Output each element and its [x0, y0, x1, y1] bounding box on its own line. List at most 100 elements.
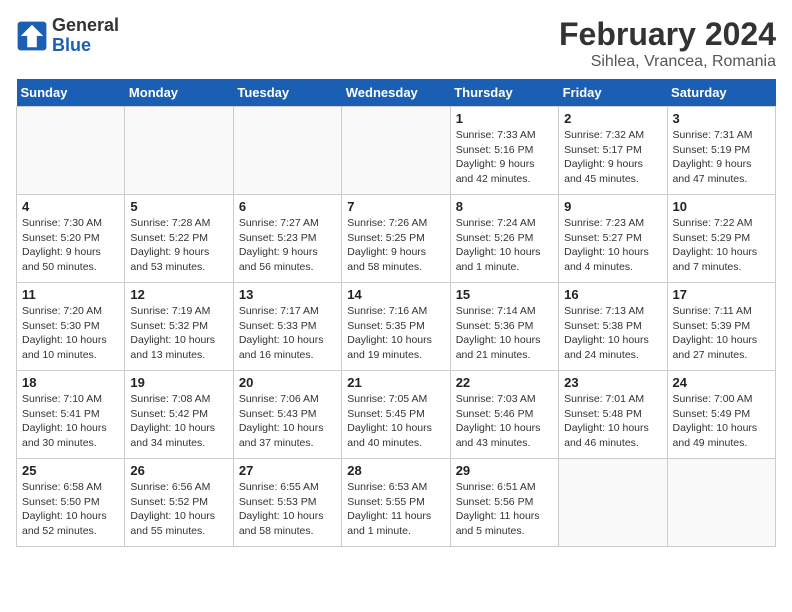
- calendar-cell: 21Sunrise: 7:05 AM Sunset: 5:45 PM Dayli…: [342, 371, 450, 459]
- calendar-cell: 12 Sunrise: 7:19 AM Sunset: 5:32 PM Dayli…: [125, 283, 233, 371]
- calendar-cell: [233, 107, 341, 195]
- calendar-cell: 11 Sunrise: 7:20 AM Sunset: 5:30 PM Dayli…: [17, 283, 125, 371]
- cell-info: Sunrise: 7:19 AM Sunset: 5:32 PM Dayligh…: [130, 304, 227, 363]
- calendar-cell: 23Sunrise: 7:01 AM Sunset: 5:48 PM Dayli…: [559, 371, 667, 459]
- day-number: 26: [130, 463, 227, 478]
- header-day-friday: Friday: [559, 79, 667, 107]
- main-title: February 2024: [559, 16, 776, 53]
- header-day-tuesday: Tuesday: [233, 79, 341, 107]
- cell-info: Sunrise: 7:22 AM Sunset: 5:29 PM Dayligh…: [673, 216, 770, 275]
- calendar-cell: 18 Sunrise: 7:10 AM Sunset: 5:41 PM Dayli…: [17, 371, 125, 459]
- day-number: 16: [564, 287, 661, 302]
- calendar-cell: 6 Sunrise: 7:27 AM Sunset: 5:23 PM Daylig…: [233, 195, 341, 283]
- cell-info: Sunrise: 7:13 AM Sunset: 5:38 PM Dayligh…: [564, 304, 661, 363]
- cell-info: Sunrise: 7:10 AM Sunset: 5:41 PM Dayligh…: [22, 392, 119, 451]
- day-number: 15: [456, 287, 553, 302]
- logo-icon: [16, 20, 48, 52]
- cell-info: Sunrise: 7:03 AM Sunset: 5:46 PM Dayligh…: [456, 392, 553, 451]
- header-day-saturday: Saturday: [667, 79, 775, 107]
- cell-info: Sunrise: 6:55 AM Sunset: 5:53 PM Dayligh…: [239, 480, 336, 539]
- calendar-cell: 2 Sunrise: 7:32 AM Sunset: 5:17 PM Daylig…: [559, 107, 667, 195]
- day-number: 29: [456, 463, 553, 478]
- subtitle: Sihlea, Vrancea, Romania: [559, 53, 776, 71]
- day-number: 7: [347, 199, 444, 214]
- day-number: 19: [130, 375, 227, 390]
- calendar-cell: [342, 107, 450, 195]
- cell-info: Sunrise: 7:28 AM Sunset: 5:22 PM Dayligh…: [130, 216, 227, 275]
- day-number: 6: [239, 199, 336, 214]
- calendar-cell: 28 Sunrise: 6:53 AM Sunset: 5:55 PM Dayli…: [342, 459, 450, 547]
- day-number: 22: [456, 375, 553, 390]
- day-number: 11: [22, 287, 119, 302]
- calendar-cell: 20 Sunrise: 7:06 AM Sunset: 5:43 PM Dayli…: [233, 371, 341, 459]
- calendar-cell: 27Sunrise: 6:55 AM Sunset: 5:53 PM Dayli…: [233, 459, 341, 547]
- calendar-cell: 3Sunrise: 7:31 AM Sunset: 5:19 PM Daylig…: [667, 107, 775, 195]
- header: General Blue February 2024 Sihlea, Vranc…: [16, 16, 776, 71]
- cell-info: Sunrise: 7:06 AM Sunset: 5:43 PM Dayligh…: [239, 392, 336, 451]
- cell-info: Sunrise: 7:14 AM Sunset: 5:36 PM Dayligh…: [456, 304, 553, 363]
- header-day-thursday: Thursday: [450, 79, 558, 107]
- calendar-cell: 25Sunrise: 6:58 AM Sunset: 5:50 PM Dayli…: [17, 459, 125, 547]
- calendar-cell: 7 Sunrise: 7:26 AM Sunset: 5:25 PM Daylig…: [342, 195, 450, 283]
- cell-info: Sunrise: 7:27 AM Sunset: 5:23 PM Dayligh…: [239, 216, 336, 275]
- day-number: 2: [564, 111, 661, 126]
- week-row-1: 4 Sunrise: 7:30 AM Sunset: 5:20 PM Daylig…: [17, 195, 776, 283]
- calendar-cell: 22 Sunrise: 7:03 AM Sunset: 5:46 PM Dayli…: [450, 371, 558, 459]
- calendar-cell: [17, 107, 125, 195]
- header-day-sunday: Sunday: [17, 79, 125, 107]
- cell-info: Sunrise: 6:56 AM Sunset: 5:52 PM Dayligh…: [130, 480, 227, 539]
- cell-info: Sunrise: 6:58 AM Sunset: 5:50 PM Dayligh…: [22, 480, 119, 539]
- cell-info: Sunrise: 7:00 AM Sunset: 5:49 PM Dayligh…: [673, 392, 770, 451]
- calendar-cell: 8 Sunrise: 7:24 AM Sunset: 5:26 PM Daylig…: [450, 195, 558, 283]
- day-number: 10: [673, 199, 770, 214]
- cell-info: Sunrise: 7:30 AM Sunset: 5:20 PM Dayligh…: [22, 216, 119, 275]
- week-row-3: 18 Sunrise: 7:10 AM Sunset: 5:41 PM Dayli…: [17, 371, 776, 459]
- calendar-cell: 16 Sunrise: 7:13 AM Sunset: 5:38 PM Dayli…: [559, 283, 667, 371]
- calendar-cell: 17 Sunrise: 7:11 AM Sunset: 5:39 PM Dayli…: [667, 283, 775, 371]
- header-day-monday: Monday: [125, 79, 233, 107]
- calendar-cell: 10 Sunrise: 7:22 AM Sunset: 5:29 PM Dayli…: [667, 195, 775, 283]
- calendar-cell: [125, 107, 233, 195]
- day-number: 20: [239, 375, 336, 390]
- day-number: 12: [130, 287, 227, 302]
- day-number: 5: [130, 199, 227, 214]
- cell-info: Sunrise: 7:24 AM Sunset: 5:26 PM Dayligh…: [456, 216, 553, 275]
- calendar-cell: 24 Sunrise: 7:00 AM Sunset: 5:49 PM Dayli…: [667, 371, 775, 459]
- cell-info: Sunrise: 7:33 AM Sunset: 5:16 PM Dayligh…: [456, 128, 553, 187]
- week-row-0: 1 Sunrise: 7:33 AM Sunset: 5:16 PM Daylig…: [17, 107, 776, 195]
- cell-info: Sunrise: 6:53 AM Sunset: 5:55 PM Dayligh…: [347, 480, 444, 539]
- cell-info: Sunrise: 7:11 AM Sunset: 5:39 PM Dayligh…: [673, 304, 770, 363]
- day-number: 14: [347, 287, 444, 302]
- day-number: 24: [673, 375, 770, 390]
- calendar-cell: 1 Sunrise: 7:33 AM Sunset: 5:16 PM Daylig…: [450, 107, 558, 195]
- calendar-cell: 5 Sunrise: 7:28 AM Sunset: 5:22 PM Daylig…: [125, 195, 233, 283]
- calendar-cell: 13Sunrise: 7:17 AM Sunset: 5:33 PM Dayli…: [233, 283, 341, 371]
- day-number: 28: [347, 463, 444, 478]
- day-number: 9: [564, 199, 661, 214]
- cell-info: Sunrise: 7:17 AM Sunset: 5:33 PM Dayligh…: [239, 304, 336, 363]
- calendar-cell: 9Sunrise: 7:23 AM Sunset: 5:27 PM Daylig…: [559, 195, 667, 283]
- calendar-cell: 4 Sunrise: 7:30 AM Sunset: 5:20 PM Daylig…: [17, 195, 125, 283]
- calendar-cell: 26 Sunrise: 6:56 AM Sunset: 5:52 PM Dayli…: [125, 459, 233, 547]
- header-day-wednesday: Wednesday: [342, 79, 450, 107]
- day-number: 4: [22, 199, 119, 214]
- cell-info: Sunrise: 7:26 AM Sunset: 5:25 PM Dayligh…: [347, 216, 444, 275]
- calendar-table: SundayMondayTuesdayWednesdayThursdayFrid…: [16, 79, 776, 547]
- day-number: 1: [456, 111, 553, 126]
- day-number: 18: [22, 375, 119, 390]
- day-number: 8: [456, 199, 553, 214]
- logo: General Blue: [16, 16, 119, 56]
- logo-text: General Blue: [52, 16, 119, 56]
- cell-info: Sunrise: 7:08 AM Sunset: 5:42 PM Dayligh…: [130, 392, 227, 451]
- cell-info: Sunrise: 7:01 AM Sunset: 5:48 PM Dayligh…: [564, 392, 661, 451]
- calendar-cell: 14Sunrise: 7:16 AM Sunset: 5:35 PM Dayli…: [342, 283, 450, 371]
- title-area: February 2024 Sihlea, Vrancea, Romania: [559, 16, 776, 71]
- day-number: 17: [673, 287, 770, 302]
- cell-info: Sunrise: 7:31 AM Sunset: 5:19 PM Dayligh…: [673, 128, 770, 187]
- week-row-2: 11 Sunrise: 7:20 AM Sunset: 5:30 PM Dayli…: [17, 283, 776, 371]
- calendar-cell: 29Sunrise: 6:51 AM Sunset: 5:56 PM Dayli…: [450, 459, 558, 547]
- cell-info: Sunrise: 7:32 AM Sunset: 5:17 PM Dayligh…: [564, 128, 661, 187]
- calendar-cell: 15 Sunrise: 7:14 AM Sunset: 5:36 PM Dayli…: [450, 283, 558, 371]
- cell-info: Sunrise: 7:20 AM Sunset: 5:30 PM Dayligh…: [22, 304, 119, 363]
- cell-info: Sunrise: 7:05 AM Sunset: 5:45 PM Dayligh…: [347, 392, 444, 451]
